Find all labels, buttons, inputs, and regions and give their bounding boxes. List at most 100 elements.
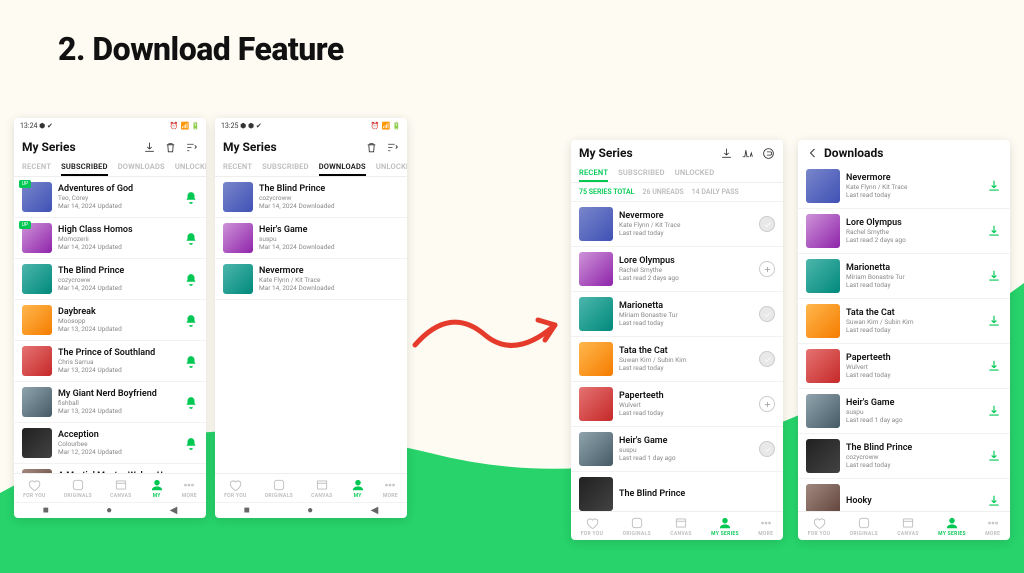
nav-more[interactable]: MORE <box>383 478 398 499</box>
tab-unlocked[interactable]: UNLOCKED <box>675 164 715 182</box>
android-nav[interactable]: ■●◀ <box>14 502 206 518</box>
nav-more[interactable]: MORE <box>758 516 773 537</box>
sort-icon[interactable] <box>386 141 399 154</box>
list-item[interactable]: PaperteethWulvertLast read today <box>571 382 783 427</box>
bell-icon[interactable] <box>184 436 198 450</box>
chip-dailypass[interactable]: 14 DAILY PASS <box>692 188 739 196</box>
check-icon[interactable] <box>759 441 775 457</box>
list-item[interactable]: My Giant Nerd BoyfriendfishballMar 13, 2… <box>14 382 206 423</box>
back-icon[interactable] <box>806 146 820 160</box>
nav-originals[interactable]: ORIGINALS <box>850 516 878 537</box>
list-item[interactable]: Heir's GamesuspuLast read 1 day ago <box>798 389 1010 434</box>
bell-icon[interactable] <box>184 395 198 409</box>
nav-canvas[interactable]: CANVAS <box>897 516 918 537</box>
nav-for-you[interactable]: FOR YOU <box>23 478 45 499</box>
series-list[interactable]: The Blind PrincecozycrowwMar 14, 2024 Do… <box>215 177 407 473</box>
bottom-nav[interactable]: FOR YOU ORIGINALS CANVAS MY MORE <box>215 473 407 502</box>
list-item[interactable]: Heir's GamesuspuMar 14, 2024 Downloaded <box>215 218 407 259</box>
chip-total[interactable]: 75 SERIES TOTAL <box>579 188 634 196</box>
nav-for-you[interactable]: FOR YOU <box>581 516 603 537</box>
series-list[interactable]: UPAdventures of GodTeo, CoreyMar 14, 202… <box>14 177 206 473</box>
list-item[interactable]: AcceptionColourbeeMar 12, 2024 Updated <box>14 423 206 464</box>
series-list[interactable]: NevermoreKate Flynn / Kit TraceLast read… <box>571 202 783 511</box>
plus-icon[interactable] <box>759 261 775 277</box>
download-icon[interactable] <box>143 141 156 154</box>
tab-unlocked[interactable]: UNLOCKED <box>175 158 206 176</box>
download-icon[interactable] <box>986 403 1002 419</box>
download-icon[interactable] <box>986 223 1002 239</box>
bell-icon[interactable] <box>184 231 198 245</box>
nav-originals[interactable]: ORIGINALS <box>265 478 293 499</box>
nav-my-series[interactable]: MY SERIES <box>938 516 966 537</box>
nav-canvas[interactable]: CANVAS <box>670 516 691 537</box>
tab-downloads[interactable]: DOWNLOADS <box>118 158 165 176</box>
top-tabs[interactable]: RECENT SUBSCRIBED UNLOCKED <box>571 164 783 183</box>
tab-subscribed[interactable]: SUBSCRIBED <box>618 164 665 182</box>
nav-canvas[interactable]: CANVAS <box>311 478 332 499</box>
list-item[interactable]: The Prince of SouthlandChris SarruaMar 1… <box>14 341 206 382</box>
bottom-nav[interactable]: FOR YOU ORIGINALS CANVAS MY MORE <box>14 473 206 502</box>
trash-icon[interactable] <box>365 141 378 154</box>
nav-my[interactable]: MY <box>150 478 164 499</box>
list-item[interactable]: Lore OlympusRachel SmytheLast read 2 day… <box>798 209 1010 254</box>
nav-originals[interactable]: ORIGINALS <box>623 516 651 537</box>
tab-subscribed[interactable]: SUBSCRIBED <box>61 158 108 176</box>
list-item[interactable]: The Blind PrincecozycrowwMar 14, 2024 Up… <box>14 259 206 300</box>
download-icon[interactable] <box>986 268 1002 284</box>
list-item[interactable]: UPHigh Class HomosMomozeriiMar 14, 2024 … <box>14 218 206 259</box>
chip-unreads[interactable]: 26 UNREADS <box>642 188 683 196</box>
coin-icon[interactable] <box>762 147 775 160</box>
list-item[interactable]: PaperteethWulvertLast read today <box>798 344 1010 389</box>
plus-icon[interactable] <box>759 396 775 412</box>
tab-subscribed[interactable]: SUBSCRIBED <box>262 158 309 176</box>
nav-my[interactable]: MY <box>351 478 365 499</box>
list-item[interactable]: The Blind Prince <box>571 472 783 511</box>
list-item[interactable]: The Blind PrincecozycrowwMar 14, 2024 Do… <box>215 177 407 218</box>
tab-recent[interactable]: RECENT <box>579 164 608 182</box>
list-item[interactable]: Heir's GamesuspuLast read 1 day ago <box>571 427 783 472</box>
tab-unlocked[interactable]: UNLOCKED <box>376 158 407 176</box>
tab-recent[interactable]: RECENT <box>22 158 51 176</box>
bottom-nav[interactable]: FOR YOU ORIGINALS CANVAS MY SERIES MORE <box>798 511 1010 540</box>
list-item[interactable]: DaybreakMoosoppMar 13, 2024 Updated <box>14 300 206 341</box>
nav-my-series[interactable]: MY SERIES <box>711 516 739 537</box>
list-item[interactable]: NevermoreKate Flynn / Kit TraceLast read… <box>798 164 1010 209</box>
list-item[interactable]: A Martial Master Wakes Up a..LICO kayage… <box>14 464 206 473</box>
bell-icon[interactable] <box>184 313 198 327</box>
list-item[interactable]: Hooky <box>798 479 1010 511</box>
list-item[interactable]: Lore OlympusRachel SmytheLast read 2 day… <box>571 247 783 292</box>
text-size-icon[interactable] <box>741 147 754 160</box>
list-item[interactable]: The Blind PrincecozycrowwLast read today <box>798 434 1010 479</box>
list-item[interactable]: NevermoreKate Flynn / Kit TraceMar 14, 2… <box>215 259 407 300</box>
download-icon[interactable] <box>720 147 733 160</box>
sort-icon[interactable] <box>185 141 198 154</box>
download-icon[interactable] <box>986 178 1002 194</box>
nav-canvas[interactable]: CANVAS <box>110 478 131 499</box>
list-item[interactable]: MarionettaMíriam Bonastre TurLast read t… <box>798 254 1010 299</box>
list-item[interactable]: Tata the CatSuwan Kim / Subin KimLast re… <box>798 299 1010 344</box>
nav-for-you[interactable]: FOR YOU <box>224 478 246 499</box>
nav-more[interactable]: MORE <box>182 478 197 499</box>
list-item[interactable]: Tata the CatSuwan Kim / Subin KimLast re… <box>571 337 783 382</box>
filter-chips[interactable]: 75 SERIES TOTAL 26 UNREADS 14 DAILY PASS <box>571 183 783 202</box>
check-icon[interactable] <box>759 306 775 322</box>
android-nav[interactable]: ■●◀ <box>215 502 407 518</box>
bell-icon[interactable] <box>184 354 198 368</box>
check-icon[interactable] <box>759 351 775 367</box>
downloads-list[interactable]: NevermoreKate Flynn / Kit TraceLast read… <box>798 164 1010 511</box>
bell-icon[interactable] <box>184 190 198 204</box>
bottom-nav[interactable]: FOR YOU ORIGINALS CANVAS MY SERIES MORE <box>571 511 783 540</box>
tab-recent[interactable]: RECENT <box>223 158 252 176</box>
list-item[interactable]: UPAdventures of GodTeo, CoreyMar 14, 202… <box>14 177 206 218</box>
top-tabs[interactable]: RECENT SUBSCRIBED DOWNLOADS UNLOCKED CRE… <box>215 158 407 177</box>
tab-downloads[interactable]: DOWNLOADS <box>319 158 366 176</box>
download-icon[interactable] <box>986 313 1002 329</box>
bell-icon[interactable] <box>184 272 198 286</box>
top-tabs[interactable]: RECENT SUBSCRIBED DOWNLOADS UNLOCKED CR <box>14 158 206 177</box>
list-item[interactable]: MarionettaMíriam Bonastre TurLast read t… <box>571 292 783 337</box>
download-icon[interactable] <box>986 493 1002 509</box>
download-icon[interactable] <box>986 448 1002 464</box>
nav-more[interactable]: MORE <box>985 516 1000 537</box>
list-item[interactable]: NevermoreKate Flynn / Kit TraceLast read… <box>571 202 783 247</box>
download-icon[interactable] <box>986 358 1002 374</box>
